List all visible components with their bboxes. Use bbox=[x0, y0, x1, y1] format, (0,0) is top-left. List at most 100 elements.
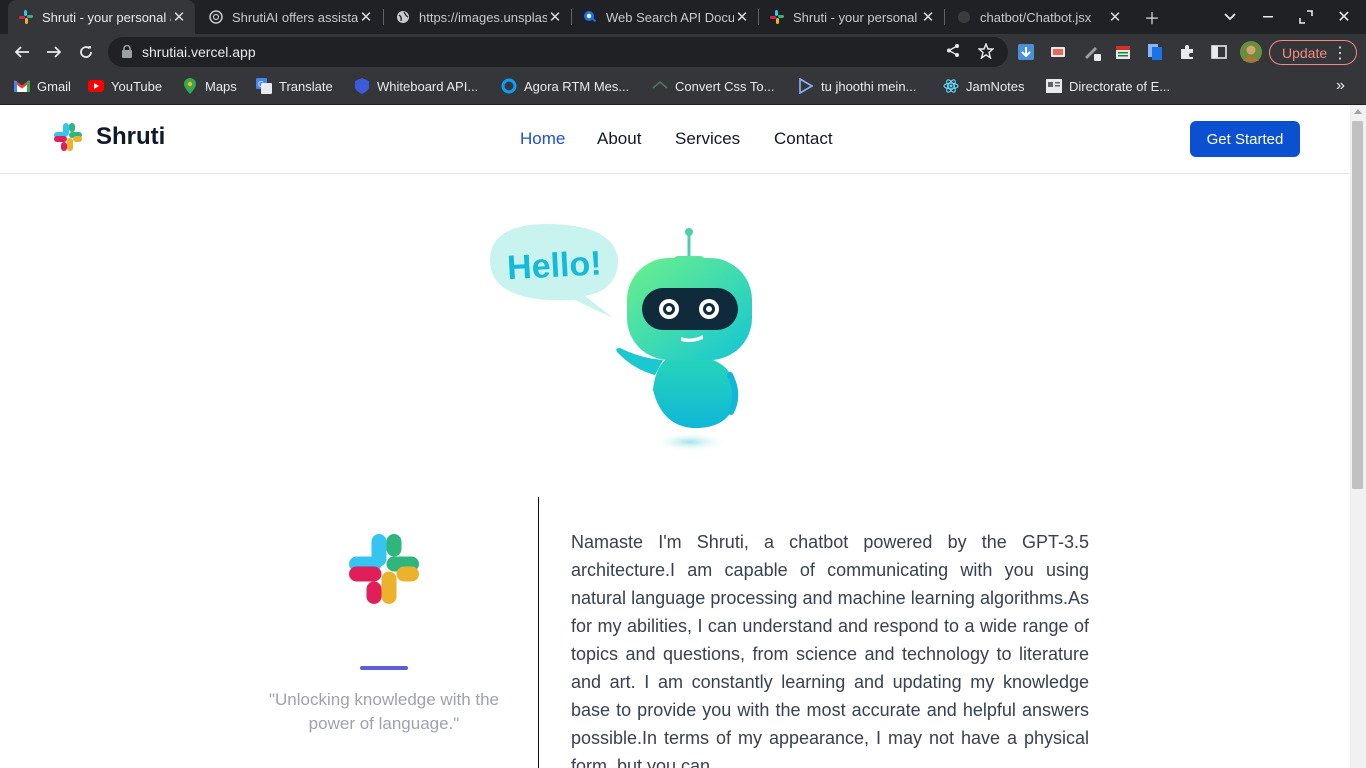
bookmark-whiteboard-api[interactable]: Whiteboard API... bbox=[354, 78, 478, 94]
url-text[interactable]: shrutiai.vercel.app bbox=[142, 44, 256, 60]
close-window-button[interactable]: ✕ bbox=[1330, 0, 1358, 34]
bookmark-maps[interactable]: Maps bbox=[182, 78, 237, 94]
bookmark-gmail[interactable]: Gmail bbox=[14, 78, 71, 94]
speech-bubble-text: Hello! bbox=[506, 244, 602, 287]
restore-button[interactable] bbox=[1292, 0, 1320, 34]
restore-icon bbox=[1299, 10, 1313, 24]
brand-logo-icon bbox=[54, 123, 82, 151]
bookmark-label: Convert Css To... bbox=[675, 78, 775, 94]
scroll-up-icon[interactable] bbox=[1354, 109, 1362, 114]
tab-title: Shruti - your personal assistant bbox=[42, 9, 171, 25]
bookmark-label: Translate bbox=[279, 78, 333, 94]
puzzle-extensions-icon[interactable] bbox=[1177, 42, 1197, 62]
bookmark-label: JamNotes bbox=[966, 78, 1025, 94]
bookmark-label: Whiteboard API... bbox=[377, 78, 479, 94]
bookmark-directorate[interactable]: Directorate of E... bbox=[1046, 78, 1170, 94]
bookmark-jamnotes[interactable]: JamNotes bbox=[943, 78, 1025, 94]
tab-web-search-api[interactable]: Web Search API Documentation ✕ bbox=[572, 0, 758, 34]
github-icon bbox=[956, 9, 972, 25]
minimize-icon bbox=[1263, 16, 1273, 18]
maps-icon bbox=[182, 78, 198, 94]
docs-extension-icon[interactable] bbox=[1145, 42, 1165, 62]
reload-button[interactable] bbox=[72, 38, 100, 66]
close-icon[interactable]: ✕ bbox=[358, 8, 374, 26]
tab-title: ShrutiAI offers assistance bbox=[232, 9, 358, 25]
brand-name: Shruti bbox=[96, 123, 166, 150]
arrow-right-icon bbox=[47, 46, 62, 58]
nav-services-link[interactable]: Services bbox=[675, 129, 740, 149]
scrollbar-thumb[interactable] bbox=[1352, 121, 1363, 489]
screenshot-extension-icon[interactable] bbox=[1048, 42, 1068, 62]
bookmark-label: Agora RTM Mes... bbox=[524, 78, 630, 94]
forward-button[interactable] bbox=[40, 38, 68, 66]
search-api-icon bbox=[582, 9, 598, 25]
bookmark-agora-rtm[interactable]: Agora RTM Mes... bbox=[501, 78, 629, 94]
pen-extension-icon[interactable] bbox=[1082, 42, 1102, 62]
bookmarks-bar: Gmail YouTube Maps G Translate Whiteboar… bbox=[0, 70, 1366, 105]
react-icon bbox=[943, 78, 959, 94]
tagline-quote: "Unlocking knowledge with the power of l… bbox=[269, 690, 499, 733]
tab-shruti-second[interactable]: Shruti - your personal assistant ✕ bbox=[759, 0, 944, 34]
share-icon[interactable] bbox=[946, 43, 961, 63]
arrow-left-icon bbox=[14, 46, 29, 58]
back-button[interactable] bbox=[8, 38, 36, 66]
bookmark-label: Directorate of E... bbox=[1069, 78, 1171, 94]
more-menu-icon[interactable]: ⋮ bbox=[1332, 43, 1348, 63]
address-bar[interactable]: shrutiai.vercel.app bbox=[108, 37, 1008, 67]
bookmark-translate[interactable]: G Translate bbox=[256, 78, 333, 94]
reload-icon bbox=[80, 46, 92, 58]
accent-divider bbox=[360, 666, 408, 670]
tab-shruti-active[interactable]: Shruti - your personal assistant ✕ bbox=[8, 0, 195, 34]
agora-icon bbox=[501, 78, 517, 94]
get-started-button[interactable]: Get Started bbox=[1190, 121, 1300, 157]
update-button[interactable]: Update ⋮ bbox=[1269, 40, 1357, 65]
close-icon[interactable]: ✕ bbox=[1107, 8, 1123, 26]
browser-toolbar: shrutiai.vercel.app Update ⋮ bbox=[0, 34, 1366, 70]
music-icon bbox=[798, 78, 814, 94]
download-extension-icon[interactable] bbox=[1016, 42, 1036, 62]
close-icon[interactable]: ✕ bbox=[171, 8, 187, 26]
tab-chatbot-github[interactable]: chatbot/Chatbot.jsx ✕ bbox=[946, 0, 1131, 34]
tab-unsplash-images[interactable]: https://images.unsplash.com ✕ bbox=[385, 0, 571, 34]
tab-title: https://images.unsplash.com bbox=[419, 9, 547, 25]
plus-icon: ＋ bbox=[1143, 11, 1160, 28]
nav-home-link[interactable]: Home bbox=[520, 129, 565, 149]
brand[interactable]: Shruti bbox=[52, 121, 165, 153]
hello-robot-illustration: Hello! bbox=[490, 224, 752, 452]
whiteboard-icon bbox=[354, 78, 370, 94]
bookmark-star-icon[interactable] bbox=[977, 42, 995, 64]
new-tab-button[interactable]: ＋ bbox=[1138, 0, 1166, 34]
sidebar-toggle-icon[interactable] bbox=[1209, 42, 1229, 62]
profile-avatar[interactable] bbox=[1240, 41, 1262, 63]
update-label: Update bbox=[1282, 44, 1328, 61]
bookmarks-overflow-button[interactable]: » bbox=[1336, 77, 1345, 95]
tab-divider bbox=[383, 9, 384, 25]
tab-title: chatbot/Chatbot.jsx bbox=[980, 9, 1092, 25]
globe-icon bbox=[395, 9, 411, 25]
tab-title: Shruti - your personal assistant bbox=[793, 9, 920, 25]
tab-shrutiai-offers[interactable]: ShrutiAI offers assistance ✕ bbox=[198, 0, 382, 34]
slack-like-logo-icon bbox=[769, 9, 785, 25]
page-scrollbar[interactable] bbox=[1350, 105, 1366, 768]
svg-text:G: G bbox=[258, 80, 264, 89]
lock-icon[interactable] bbox=[122, 45, 132, 58]
close-icon[interactable]: ✕ bbox=[920, 8, 936, 26]
bookmark-music[interactable]: tu jhoothi mein... bbox=[798, 78, 916, 94]
nav-about-link[interactable]: About bbox=[597, 129, 641, 149]
openai-icon bbox=[208, 9, 224, 25]
close-icon[interactable]: ✕ bbox=[734, 8, 750, 26]
youtube-icon bbox=[88, 78, 104, 94]
bookmark-convert-css[interactable]: Convert Css To... bbox=[652, 78, 774, 94]
close-icon: ✕ bbox=[1337, 9, 1351, 26]
tab-strip: Shruti - your personal assistant ✕ Shrut… bbox=[0, 0, 1366, 34]
close-icon[interactable]: ✕ bbox=[547, 8, 563, 26]
calendar-extension-icon[interactable] bbox=[1113, 42, 1133, 62]
web-page: Shruti Home About Services Contact Get S… bbox=[0, 105, 1350, 768]
convert-icon bbox=[652, 78, 668, 94]
bookmark-youtube[interactable]: YouTube bbox=[88, 78, 162, 94]
nav-contact-link[interactable]: Contact bbox=[774, 129, 833, 149]
minimize-button[interactable] bbox=[1254, 0, 1282, 34]
gmail-icon bbox=[14, 78, 30, 94]
chevron-double-right-icon: » bbox=[1336, 77, 1345, 94]
tab-search-button[interactable] bbox=[1216, 0, 1244, 34]
